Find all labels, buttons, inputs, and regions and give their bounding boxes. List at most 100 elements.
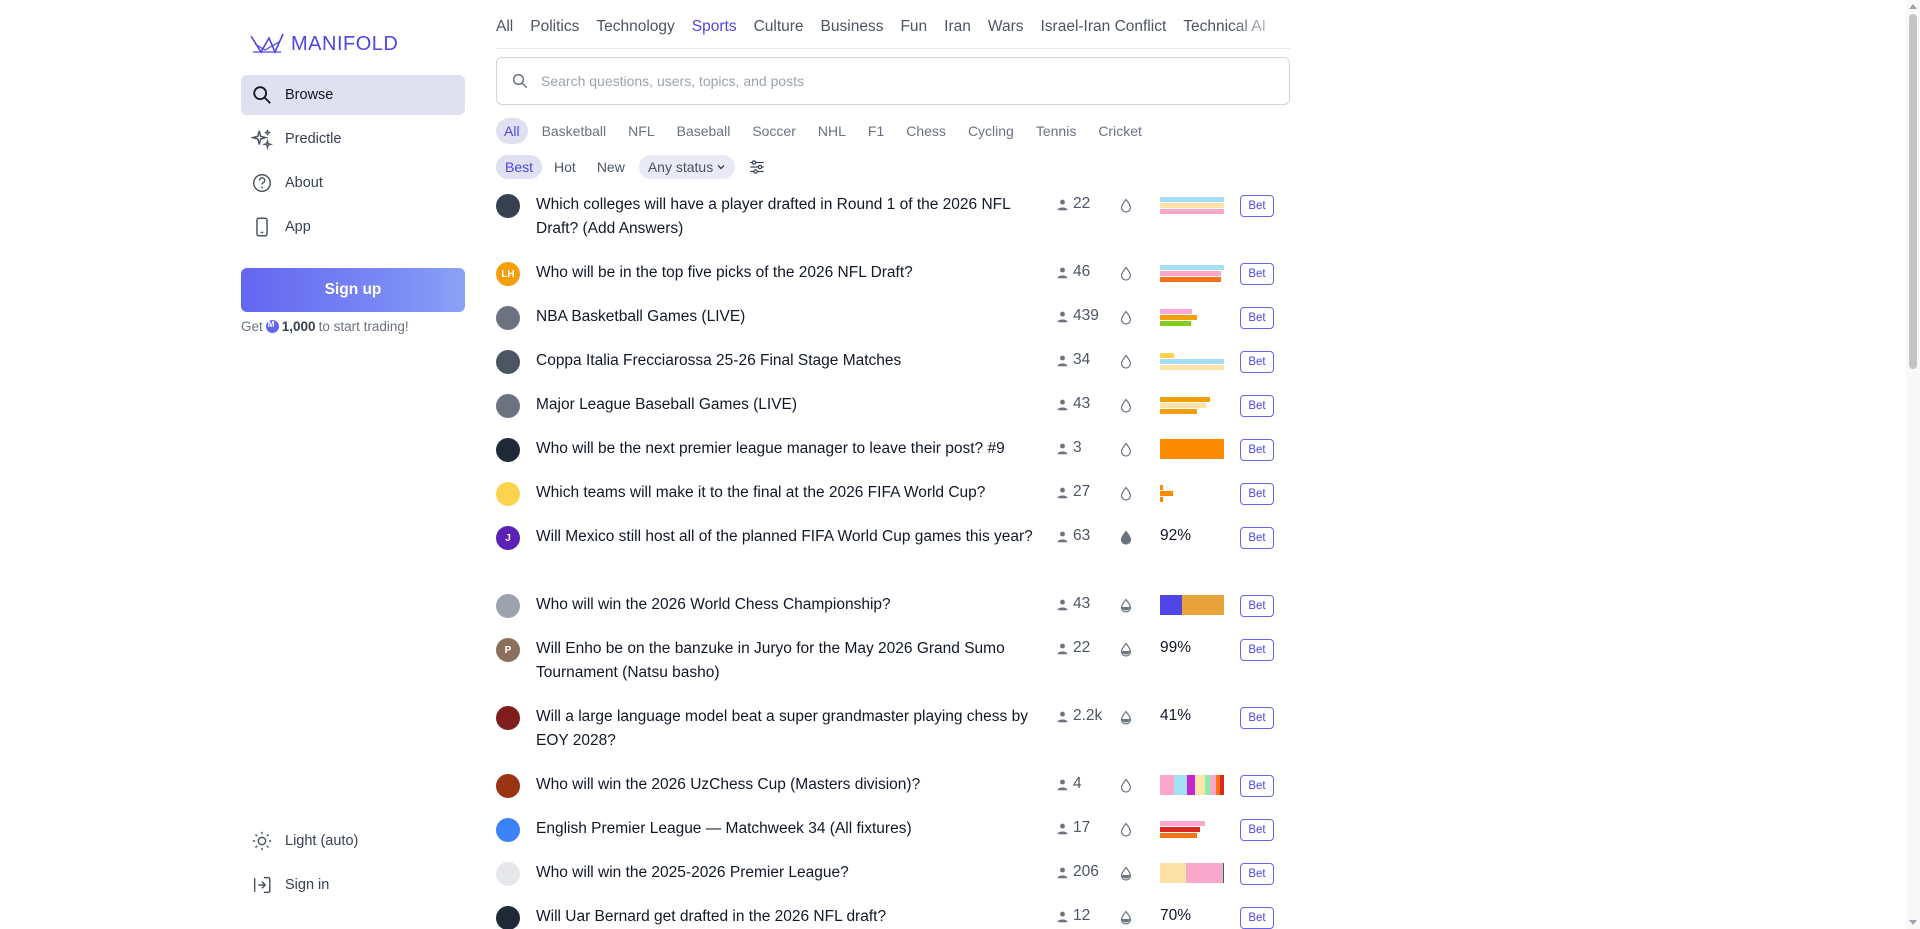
bet-button[interactable]: Bet — [1240, 307, 1274, 329]
bet-button[interactable]: Bet — [1240, 775, 1274, 797]
sport-tab-f1[interactable]: F1 — [860, 118, 892, 144]
sort-new[interactable]: New — [588, 155, 634, 179]
search-box[interactable] — [496, 57, 1290, 105]
creator-avatar[interactable]: LH — [496, 262, 520, 286]
sport-tab-cricket[interactable]: Cricket — [1090, 118, 1150, 144]
sport-tab-all[interactable]: All — [496, 118, 528, 144]
signup-button[interactable]: Sign up — [241, 268, 465, 312]
market-title[interactable]: NBA Basketball Games (LIVE) — [536, 305, 1036, 329]
sport-tab-baseball[interactable]: Baseball — [669, 118, 739, 144]
sport-tab-nhl[interactable]: NHL — [810, 118, 854, 144]
sidebar-item-browse[interactable]: Browse — [241, 75, 465, 115]
market-row[interactable]: English Premier League — Matchweek 34 (A… — [496, 814, 1290, 858]
market-row[interactable]: Which teams will make it to the final at… — [496, 478, 1290, 522]
creator-avatar[interactable] — [496, 706, 520, 730]
tab-business[interactable]: Business — [821, 18, 884, 48]
bet-button[interactable]: Bet — [1240, 639, 1274, 661]
creator-avatar[interactable] — [496, 862, 520, 886]
market-row[interactable]: Which colleges will have a player drafte… — [496, 190, 1290, 258]
bet-button[interactable]: Bet — [1240, 595, 1274, 617]
search-input[interactable] — [541, 73, 1241, 89]
page-scrollbar[interactable] — [1906, 0, 1920, 929]
tab-wars[interactable]: Wars — [988, 18, 1024, 48]
tab-politics[interactable]: Politics — [530, 18, 579, 48]
market-row[interactable]: LH Who will be in the top five picks of t… — [496, 258, 1290, 302]
market-row[interactable]: Major League Baseball Games (LIVE) 43 Bet — [496, 390, 1290, 434]
sort-best[interactable]: Best — [496, 155, 543, 179]
sidebar-item-predictle[interactable]: Predictle — [241, 119, 465, 159]
market-row[interactable]: Will Uar Bernard get drafted in the 2026… — [496, 902, 1290, 929]
market-title[interactable]: Will a large language model beat a super… — [536, 705, 1036, 753]
scroll-down-arrow[interactable] — [1909, 920, 1917, 925]
creator-avatar[interactable] — [496, 774, 520, 798]
sidebar-item-about[interactable]: About — [241, 163, 465, 203]
tab-sports[interactable]: Sports — [692, 18, 737, 48]
sport-tab-soccer[interactable]: Soccer — [744, 118, 804, 144]
tab-technical-ai[interactable]: Technical AI — [1183, 18, 1266, 48]
market-title[interactable]: Which teams will make it to the final at… — [536, 481, 1036, 505]
bet-button[interactable]: Bet — [1240, 483, 1274, 505]
sidebar-item-app[interactable]: App — [241, 207, 465, 247]
market-row[interactable]: Who will be the next premier league mana… — [496, 434, 1290, 478]
bet-button[interactable]: Bet — [1240, 351, 1274, 373]
market-row[interactable]: Who will win the 2026 World Chess Champi… — [496, 590, 1290, 634]
tab-israel-iran-conflict[interactable]: Israel-Iran Conflict — [1040, 18, 1166, 48]
creator-avatar[interactable] — [496, 818, 520, 842]
sport-tab-chess[interactable]: Chess — [898, 118, 954, 144]
bet-button[interactable]: Bet — [1240, 819, 1274, 841]
market-row[interactable]: P Will Enho be on the banzuke in Juryo fo… — [496, 634, 1290, 702]
bet-button[interactable]: Bet — [1240, 863, 1274, 885]
market-row[interactable]: Coppa Italia Frecciarossa 25-26 Final St… — [496, 346, 1290, 390]
bet-button[interactable]: Bet — [1240, 263, 1274, 285]
market-title[interactable]: Who will win the 2025-2026 Premier Leagu… — [536, 861, 1036, 885]
market-row[interactable]: NBA Basketball Games (LIVE) 439 Bet — [496, 302, 1290, 346]
status-dropdown[interactable]: Any status — [638, 155, 736, 179]
sport-tab-basketball[interactable]: Basketball — [534, 118, 615, 144]
sport-tab-tennis[interactable]: Tennis — [1028, 118, 1084, 144]
market-title[interactable]: Which colleges will have a player drafte… — [536, 193, 1036, 241]
creator-avatar[interactable] — [496, 906, 520, 929]
scroll-up-arrow[interactable] — [1909, 4, 1917, 9]
tab-fun[interactable]: Fun — [900, 18, 927, 48]
market-title[interactable]: Major League Baseball Games (LIVE) — [536, 393, 1036, 417]
tab-technology[interactable]: Technology — [596, 18, 674, 48]
market-row[interactable]: Who will win the 2025-2026 Premier Leagu… — [496, 858, 1290, 902]
creator-avatar[interactable] — [496, 350, 520, 374]
bet-button[interactable]: Bet — [1240, 395, 1274, 417]
tab-culture[interactable]: Culture — [754, 18, 804, 48]
creator-avatar[interactable] — [496, 306, 520, 330]
creator-avatar[interactable] — [496, 394, 520, 418]
market-title[interactable]: Who will be in the top five picks of the… — [536, 261, 1036, 285]
creator-avatar[interactable] — [496, 482, 520, 506]
market-title[interactable]: Coppa Italia Frecciarossa 25-26 Final St… — [536, 349, 1036, 373]
sport-tab-nfl[interactable]: NFL — [620, 118, 662, 144]
creator-avatar[interactable] — [496, 194, 520, 218]
creator-avatar[interactable]: P — [496, 638, 520, 662]
market-title[interactable]: Will Mexico still host all of the planne… — [536, 525, 1036, 549]
manifold-logo[interactable]: MANIFOLD — [249, 30, 398, 58]
sport-tab-cycling[interactable]: Cycling — [960, 118, 1022, 144]
tab-all[interactable]: All — [496, 18, 513, 48]
market-row[interactable]: Who will win the 2026 UzChess Cup (Maste… — [496, 770, 1290, 814]
bet-button[interactable]: Bet — [1240, 195, 1274, 217]
market-title[interactable]: Who will win the 2026 UzChess Cup (Maste… — [536, 773, 1036, 797]
filter-settings-button[interactable] — [748, 158, 766, 176]
bet-button[interactable]: Bet — [1240, 527, 1274, 549]
market-title[interactable]: Will Enho be on the banzuke in Juryo for… — [536, 637, 1036, 685]
tab-iran[interactable]: Iran — [944, 18, 971, 48]
market-title[interactable]: English Premier League — Matchweek 34 (A… — [536, 817, 1036, 841]
creator-avatar[interactable] — [496, 594, 520, 618]
bet-button[interactable]: Bet — [1240, 907, 1274, 929]
theme-toggle[interactable]: Light (auto) — [241, 821, 465, 861]
market-title[interactable]: Who will win the 2026 World Chess Champi… — [536, 593, 1036, 617]
market-title[interactable]: Will Uar Bernard get drafted in the 2026… — [536, 905, 1036, 929]
sign-in-link[interactable]: Sign in — [241, 865, 465, 905]
scroll-thumb[interactable] — [1909, 14, 1917, 369]
market-title[interactable]: Who will be the next premier league mana… — [536, 437, 1036, 461]
bet-button[interactable]: Bet — [1240, 707, 1274, 729]
sort-hot[interactable]: Hot — [545, 155, 585, 179]
market-row[interactable]: J Will Mexico still host all of the plann… — [496, 522, 1290, 590]
market-row[interactable]: Will a large language model beat a super… — [496, 702, 1290, 770]
creator-avatar[interactable] — [496, 438, 520, 462]
creator-avatar[interactable]: J — [496, 526, 520, 550]
